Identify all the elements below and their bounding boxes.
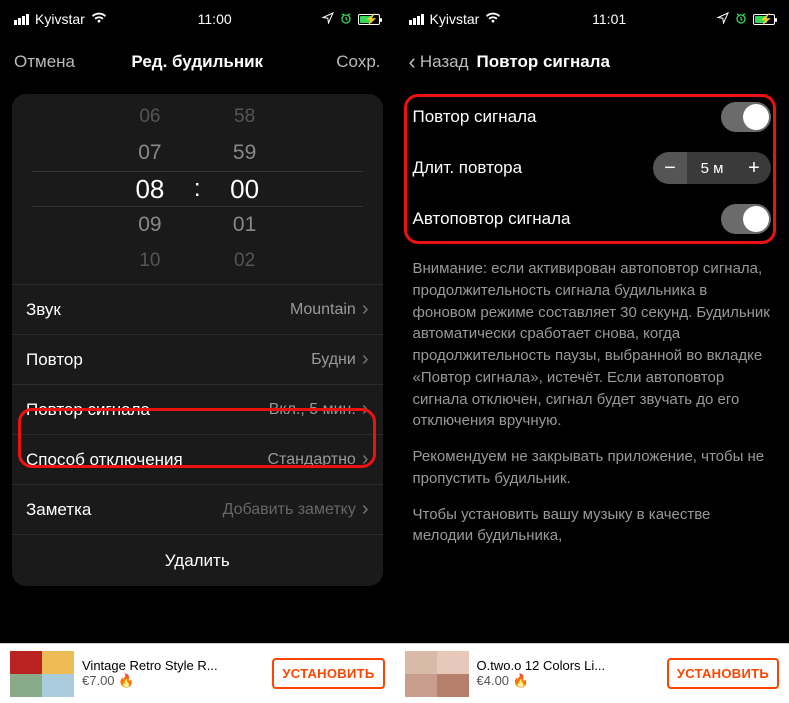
note-placeholder: Добавить заметку [223, 501, 356, 519]
description-text: Внимание: если активирован автоповтор си… [395, 244, 789, 547]
ad-price: €7.00 🔥 [82, 673, 272, 689]
nav-bar: Отмена Ред. будильник Сохр. [0, 38, 395, 86]
wifi-icon [485, 11, 501, 27]
stepper-value: 5 м [687, 152, 737, 184]
alarm-icon [735, 11, 747, 27]
chevron-right-icon: › [362, 448, 369, 471]
back-button[interactable]: ‹ Назад [409, 51, 469, 73]
row-value: Mountain [290, 301, 356, 319]
location-icon [717, 11, 729, 27]
settings-group: Повтор сигнала Длит. повтора − 5 м + Авт… [395, 86, 789, 244]
left-screen: Kyivstar 11:00 ⚡ Отмена Ред. будильник С… [0, 0, 395, 703]
chevron-right-icon: › [362, 498, 369, 521]
signal-icon [409, 14, 424, 25]
clock-label: 11:01 [592, 11, 626, 27]
location-icon [322, 11, 334, 27]
battery-icon: ⚡ [753, 14, 775, 25]
ad-price: €4.00 🔥 [477, 673, 667, 689]
row-label: Повтор сигнала [26, 400, 150, 420]
row-snooze-toggle: Повтор сигнала [395, 92, 789, 142]
chevron-right-icon: › [362, 298, 369, 321]
stepper-plus-button[interactable]: + [737, 152, 771, 184]
ad-install-button[interactable]: УСТАНОВИТЬ [272, 658, 384, 689]
stepper-minus-button[interactable]: − [653, 152, 687, 184]
row-auto-snooze: Автоповтор сигнала [395, 194, 789, 244]
row-snooze-duration: Длит. повтора − 5 м + [395, 142, 789, 194]
auto-snooze-toggle[interactable] [721, 204, 771, 234]
row-label: Автоповтор сигнала [413, 209, 571, 229]
time-colon: : [190, 175, 205, 203]
battery-icon: ⚡ [358, 14, 380, 25]
carrier-label: Kyivstar [430, 11, 480, 27]
ad-image [405, 651, 469, 697]
row-value: Вкл., 5 мин. [269, 401, 356, 419]
page-title: Ред. будильник [84, 52, 311, 72]
right-screen: Kyivstar 11:01 ⚡ ‹ Назад Повтор сигнала [395, 0, 789, 703]
status-bar: Kyivstar 11:00 ⚡ [0, 0, 395, 38]
minute-wheel[interactable]: 58 59 00 01 02 [205, 99, 285, 279]
alarm-icon [340, 11, 352, 27]
ad-banner[interactable]: O.two.o 12 Colors Li... €4.00 🔥 УСТАНОВИ… [395, 643, 789, 703]
cancel-button[interactable]: Отмена [14, 52, 84, 72]
nav-bar: ‹ Назад Повтор сигнала [395, 38, 789, 86]
row-value: Стандартно [268, 451, 356, 469]
page-title: Повтор сигнала [469, 52, 705, 72]
row-label: Звук [26, 300, 61, 320]
row-label: Заметка [26, 500, 91, 520]
ad-title: Vintage Retro Style R... [82, 658, 272, 673]
ad-banner[interactable]: Vintage Retro Style R... €7.00 🔥 УСТАНОВ… [0, 643, 395, 703]
delete-button[interactable]: Удалить [12, 534, 383, 586]
chevron-left-icon: ‹ [409, 51, 416, 73]
chevron-right-icon: › [362, 398, 369, 421]
row-label: Повтор [26, 350, 83, 370]
snooze-toggle[interactable] [721, 102, 771, 132]
status-bar: Kyivstar 11:01 ⚡ [395, 0, 789, 38]
ad-title: O.two.o 12 Colors Li... [477, 658, 667, 673]
clock-label: 11:00 [198, 11, 232, 27]
hour-wheel[interactable]: 06 07 08 09 10 [110, 99, 190, 279]
alarm-panel: 06 07 08 09 10 : 58 59 00 01 02 Звук Mou… [12, 94, 383, 586]
row-label: Способ отключения [26, 450, 183, 470]
ad-install-button[interactable]: УСТАНОВИТЬ [667, 658, 779, 689]
row-repeat[interactable]: Повтор Будни › [12, 334, 383, 384]
carrier-label: Kyivstar [35, 11, 85, 27]
row-dismiss[interactable]: Способ отключения Стандартно › [12, 434, 383, 484]
wifi-icon [91, 11, 107, 27]
row-label: Повтор сигнала [413, 107, 537, 127]
row-snooze[interactable]: Повтор сигнала Вкл., 5 мин. › [12, 384, 383, 434]
time-picker[interactable]: 06 07 08 09 10 : 58 59 00 01 02 [12, 94, 383, 284]
row-value: Будни [311, 351, 356, 369]
ad-image [10, 651, 74, 697]
row-sound[interactable]: Звук Mountain › [12, 284, 383, 334]
signal-icon [14, 14, 29, 25]
chevron-right-icon: › [362, 348, 369, 371]
duration-stepper: − 5 м + [653, 152, 771, 184]
row-label: Длит. повтора [413, 158, 523, 178]
row-note[interactable]: Заметка Добавить заметку › [12, 484, 383, 534]
save-button[interactable]: Сохр. [311, 52, 381, 72]
